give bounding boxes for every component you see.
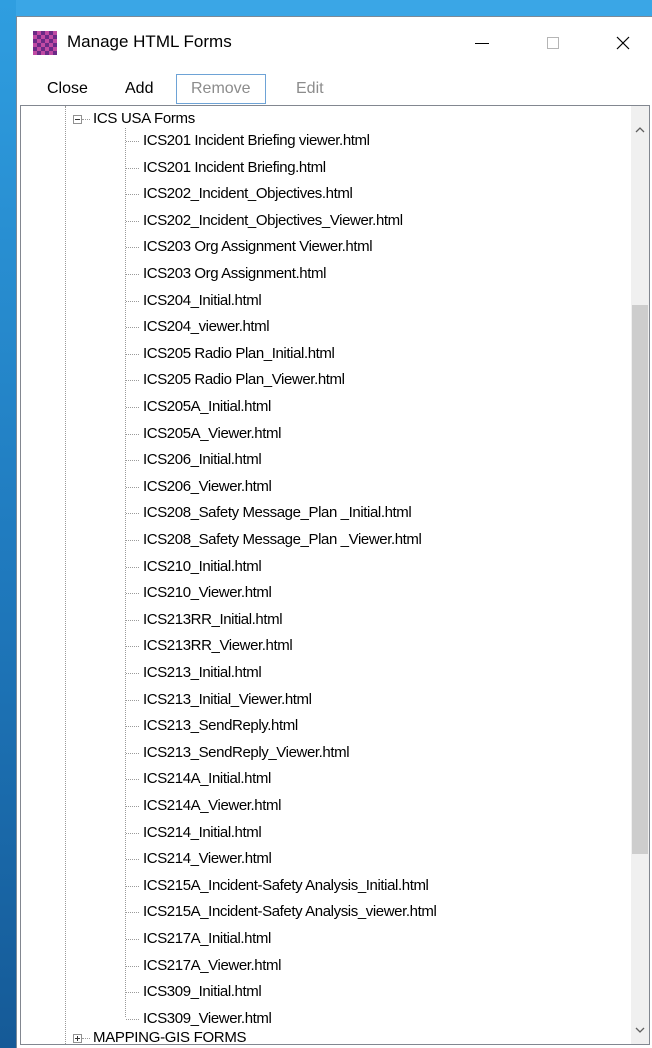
tree-connector xyxy=(126,300,139,302)
tree-connector xyxy=(126,726,139,728)
expand-icon[interactable] xyxy=(73,1034,82,1043)
tree-file-item[interactable]: ICS214A_Viewer.html xyxy=(143,797,281,815)
menu-bar: Close Add Remove Edit xyxy=(17,69,652,105)
tree-file-item[interactable]: ICS201 Incident Briefing.html xyxy=(143,159,326,177)
tree-file-item[interactable]: ICS210_Viewer.html xyxy=(143,584,272,602)
close-window-button[interactable] xyxy=(593,17,652,69)
tree-file-item[interactable]: ICS215A_Incident-Safety Analysis_Initial… xyxy=(143,877,429,895)
tree-file-item[interactable]: ICS214_Initial.html xyxy=(143,824,262,842)
scrollbar-thumb[interactable] xyxy=(632,305,648,854)
tree-file-item[interactable]: ICS213RR_Initial.html xyxy=(143,611,283,629)
tree-file-item[interactable]: ICS309_Initial.html xyxy=(143,983,262,1001)
tree-file-item[interactable]: ICS213RR_Viewer.html xyxy=(143,637,293,655)
menu-edit[interactable]: Edit xyxy=(292,77,328,101)
tree-connector xyxy=(126,619,139,621)
tree-file-item[interactable]: ICS204_Initial.html xyxy=(143,292,262,310)
collapse-icon[interactable] xyxy=(73,115,82,124)
tree-file-item[interactable]: ICS309_Viewer.html xyxy=(143,1010,272,1028)
tree-connector xyxy=(126,832,139,834)
checkered-grid-icon xyxy=(33,31,57,55)
manage-html-forms-window: Manage HTML Forms Close Add Remove Edit xyxy=(16,16,652,1048)
tree-node-mapping-gis-forms[interactable]: MAPPING-GIS FORMS xyxy=(93,1029,247,1044)
tree-connector xyxy=(126,194,139,196)
title-bar[interactable]: Manage HTML Forms xyxy=(17,17,652,69)
tree-connector xyxy=(126,699,139,701)
tree-connector xyxy=(126,965,139,967)
tree-file-item[interactable]: ICS217A_Viewer.html xyxy=(143,957,281,975)
tree-connector xyxy=(126,939,139,940)
tree-file-item[interactable]: ICS205 Radio Plan_Initial.html xyxy=(143,345,335,363)
tree-file-item[interactable]: ICS202_Incident_Objectives_Viewer.html xyxy=(143,212,403,230)
tree-file-item[interactable]: ICS206_Viewer.html xyxy=(143,478,272,496)
tree-connector xyxy=(126,486,139,488)
tree-connector xyxy=(126,274,139,275)
tree-file-item[interactable]: ICS206_Initial.html xyxy=(143,451,262,469)
tree-file-item[interactable]: ICS210_Initial.html xyxy=(143,558,262,576)
menu-remove[interactable]: Remove xyxy=(176,74,266,104)
menu-add[interactable]: Add xyxy=(121,77,157,101)
desktop-background-top xyxy=(0,0,652,16)
tree-file-item[interactable]: ICS205A_Viewer.html xyxy=(143,425,281,443)
tree-file-item[interactable]: ICS203 Org Assignment Viewer.html xyxy=(143,238,373,256)
tree-connector xyxy=(126,912,139,914)
tree-connector xyxy=(126,380,139,382)
forms-tree-view[interactable]: ICS USA Forms MAPPING-GIS FORMS ICS201 I… xyxy=(20,105,650,1045)
tree-node-ics-usa-forms[interactable]: ICS USA Forms xyxy=(93,110,195,127)
tree-connector xyxy=(126,806,139,807)
tree-connector xyxy=(126,779,139,781)
tree-connector xyxy=(126,859,139,861)
tree-content: ICS USA Forms MAPPING-GIS FORMS ICS201 I… xyxy=(21,106,631,1044)
tree-file-item[interactable]: ICS205 Radio Plan_Viewer.html xyxy=(143,371,345,389)
tree-connector xyxy=(126,433,139,435)
tree-file-item[interactable]: ICS203 Org Assignment.html xyxy=(143,265,326,283)
tree-file-item[interactable]: ICS215A_Incident-Safety Analysis_viewer.… xyxy=(143,903,437,921)
tree-connector xyxy=(126,513,139,515)
tree-connector xyxy=(126,407,139,408)
tree-connector xyxy=(126,460,139,462)
tree-connector xyxy=(126,752,139,754)
scroll-up-arrow-icon[interactable] xyxy=(634,124,646,136)
window-title: Manage HTML Forms xyxy=(67,32,232,51)
minimize-icon xyxy=(475,43,489,44)
desktop-background-left xyxy=(0,0,16,1048)
tree-connector xyxy=(126,247,139,249)
tree-file-item[interactable]: ICS213_Initial_Viewer.html xyxy=(143,691,312,709)
tree-connector xyxy=(126,353,139,355)
tree-file-item[interactable]: ICS217A_Initial.html xyxy=(143,930,271,948)
tree-connector xyxy=(126,327,139,329)
maximize-button[interactable] xyxy=(523,17,583,69)
menu-close[interactable]: Close xyxy=(43,77,92,101)
tree-guide-line xyxy=(65,106,66,1044)
tree-file-item[interactable]: ICS208_Safety Message_Plan _Initial.html xyxy=(143,504,412,522)
scroll-down-arrow-icon[interactable] xyxy=(634,1024,646,1036)
tree-file-item[interactable]: ICS202_Incident_Objectives.html xyxy=(143,185,353,203)
tree-connector xyxy=(82,119,90,120)
tree-file-item[interactable]: ICS214A_Initial.html xyxy=(143,770,271,788)
tree-connector xyxy=(126,1018,139,1020)
tree-file-item[interactable]: ICS208_Safety Message_Plan _Viewer.html xyxy=(143,531,422,549)
tree-connector xyxy=(126,673,139,674)
maximize-icon xyxy=(547,37,559,49)
tree-file-item[interactable]: ICS213_SendReply.html xyxy=(143,717,298,735)
vertical-scrollbar[interactable] xyxy=(631,106,649,1044)
tree-file-item[interactable]: ICS205A_Initial.html xyxy=(143,398,271,416)
minimize-button[interactable] xyxy=(452,17,512,69)
tree-connector xyxy=(126,885,139,887)
tree-connector xyxy=(126,593,139,595)
tree-connector xyxy=(126,540,139,541)
tree-connector xyxy=(126,646,139,648)
tree-file-item[interactable]: ICS214_Viewer.html xyxy=(143,850,272,868)
tree-file-item[interactable]: ICS204_viewer.html xyxy=(143,318,270,336)
tree-child-guide-line xyxy=(125,128,126,1017)
tree-connector xyxy=(126,566,139,568)
tree-connector xyxy=(126,167,139,169)
tree-connector xyxy=(82,1038,90,1039)
tree-file-item[interactable]: ICS213_Initial.html xyxy=(143,664,262,682)
tree-connector xyxy=(126,992,139,994)
tree-file-item[interactable]: ICS201 Incident Briefing viewer.html xyxy=(143,132,370,150)
tree-connector xyxy=(126,141,139,142)
tree-file-item[interactable]: ICS213_SendReply_Viewer.html xyxy=(143,744,350,762)
close-icon xyxy=(616,36,630,50)
tree-connector xyxy=(126,220,139,222)
